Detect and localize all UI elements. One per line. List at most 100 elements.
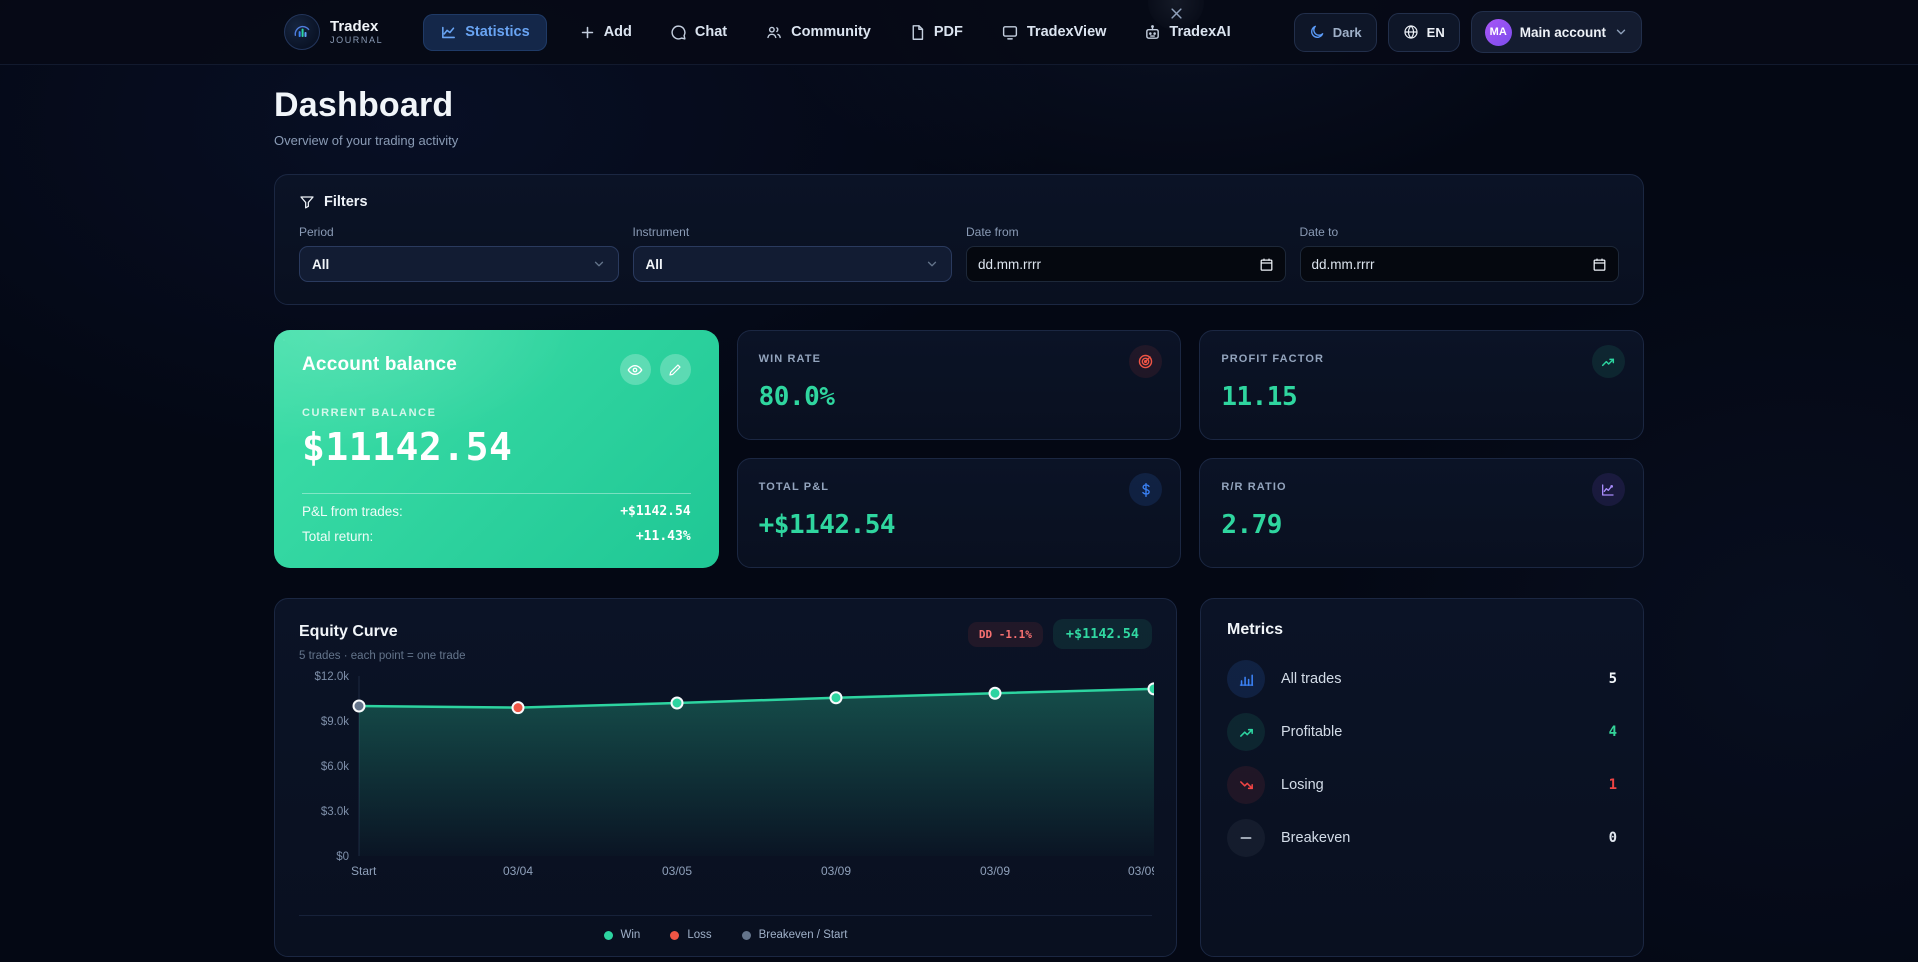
toggle-balance-visibility-button[interactable] <box>620 354 651 385</box>
svg-text:Start: Start <box>351 864 377 878</box>
chevron-down-icon <box>592 257 606 271</box>
pdf-file-icon <box>909 24 926 41</box>
trend-up-icon <box>1592 345 1625 378</box>
metric-row-all-trades: All trades 5 <box>1227 660 1617 698</box>
instrument-select[interactable]: All <box>633 246 953 282</box>
brand-logo[interactable]: Tradex JOURNAL <box>284 14 383 50</box>
instrument-label: Instrument <box>633 225 953 239</box>
theme-toggle-button[interactable]: Dark <box>1294 13 1377 52</box>
minus-icon <box>1227 819 1265 857</box>
language-label: EN <box>1427 25 1445 40</box>
nav-item-community[interactable]: Community <box>759 14 877 51</box>
brand-name: Tradex <box>330 19 383 36</box>
account-name: Main account <box>1520 25 1606 40</box>
profit-factor-label: PROFIT FACTOR <box>1221 353 1622 365</box>
svg-text:$9.0k: $9.0k <box>321 716 349 728</box>
nav-item-tradexview[interactable]: TradexView <box>995 14 1113 51</box>
bottom-section: Equity Curve 5 trades · each point = one… <box>274 598 1644 957</box>
balance-card-title: Account balance <box>302 354 457 376</box>
metric-row-profitable: Profitable 4 <box>1227 713 1617 751</box>
date-to-input[interactable]: dd.mm.rrrr <box>1300 246 1620 282</box>
robot-ai-icon <box>1144 24 1161 41</box>
metrics-panel: Metrics All trades 5 Profitable 4 L <box>1200 598 1644 957</box>
rr-ratio-card: R/R RATIO 2.79 <box>1199 458 1644 568</box>
trend-down-icon <box>1227 766 1265 804</box>
profit-factor-card: PROFIT FACTOR 11.15 <box>1199 330 1644 440</box>
win-rate-label: WIN RATE <box>759 353 1160 365</box>
date-from-input[interactable]: dd.mm.rrrr <box>966 246 1286 282</box>
metrics-title: Metrics <box>1227 621 1617 639</box>
equity-curve-subtitle: 5 trades · each point = one trade <box>299 650 466 662</box>
svg-text:03/09: 03/09 <box>821 864 851 878</box>
legend-item-breakeven: Breakeven / Start <box>742 929 848 941</box>
svg-text:$0: $0 <box>336 851 349 863</box>
metric-row-breakeven: Breakeven 0 <box>1227 819 1617 857</box>
balance-divider <box>302 493 691 494</box>
monitor-icon <box>1001 24 1019 41</box>
svg-text:03/09: 03/09 <box>1128 864 1154 878</box>
total-return-label: Total return: <box>302 529 373 544</box>
account-avatar: MA <box>1485 19 1512 46</box>
win-dot-icon <box>604 931 613 940</box>
page-title: Dashboard <box>274 86 1644 125</box>
nav-item-chat[interactable]: Chat <box>664 14 733 51</box>
drawdown-badge: DD -1.1% <box>968 622 1043 647</box>
language-selector[interactable]: EN <box>1388 13 1460 52</box>
nav-item-add[interactable]: Add <box>573 14 638 51</box>
theme-label: Dark <box>1333 25 1362 40</box>
total-return-value: +11.43% <box>636 529 691 544</box>
rr-ratio-label: R/R RATIO <box>1221 481 1622 493</box>
chat-bubble-icon <box>670 24 687 41</box>
legend-item-loss: Loss <box>670 929 711 941</box>
statistics-chart-icon <box>440 24 457 41</box>
svg-text:03/09: 03/09 <box>980 864 1010 878</box>
current-balance-label: CURRENT BALANCE <box>302 407 691 419</box>
account-menu-button[interactable]: MA Main account <box>1471 11 1642 53</box>
pnl-badge: +$1142.54 <box>1053 619 1152 649</box>
calendar-icon <box>1592 257 1607 272</box>
line-chart-icon <box>1592 473 1625 506</box>
equity-curve-title: Equity Curve <box>299 623 466 641</box>
community-people-icon <box>765 24 783 41</box>
dollar-icon <box>1129 473 1162 506</box>
win-rate-value: 80.0% <box>759 382 1160 412</box>
nav-item-statistics[interactable]: Statistics <box>423 14 546 51</box>
period-label: Period <box>299 225 619 239</box>
period-select[interactable]: All <box>299 246 619 282</box>
total-pnl-card: TOTAL P&L +$1142.54 <box>737 458 1182 568</box>
chart-legend: Win Loss Breakeven / Start <box>299 915 1152 956</box>
svg-text:$3.0k: $3.0k <box>321 806 349 818</box>
plus-icon <box>579 24 596 41</box>
nav-item-pdf[interactable]: PDF <box>903 14 969 51</box>
brand-subtitle: JOURNAL <box>330 35 383 45</box>
pnl-from-trades-value: +$1142.54 <box>620 504 690 519</box>
trend-up-icon <box>1227 713 1265 751</box>
pnl-from-trades-label: P&L from trades: <box>302 504 403 519</box>
breakeven-dot-icon <box>742 931 751 940</box>
total-pnl-value: +$1142.54 <box>759 510 1160 540</box>
current-balance-value: $11142.54 <box>302 425 691 469</box>
page-subtitle: Overview of your trading activity <box>274 133 1644 148</box>
equity-curve-chart: $12.0k$9.0k$6.0k$3.0k$0Start03/0403/0503… <box>299 670 1154 882</box>
metric-row-losing: Losing 1 <box>1227 766 1617 804</box>
top-navbar: Tradex JOURNAL Statistics Add Chat <box>0 0 1918 65</box>
equity-curve-card: Equity Curve 5 trades · each point = one… <box>274 598 1177 957</box>
edit-balance-button[interactable] <box>660 354 691 385</box>
stats-section: Account balance CURRENT BALANCE $11142.5… <box>274 330 1644 568</box>
calendar-icon <box>1259 257 1274 272</box>
svg-text:$6.0k: $6.0k <box>321 761 349 773</box>
account-balance-card: Account balance CURRENT BALANCE $11142.5… <box>274 330 719 568</box>
moon-icon <box>1309 24 1325 40</box>
dashboard-main: Dashboard Overview of your trading activ… <box>274 86 1644 957</box>
rr-ratio-value: 2.79 <box>1221 510 1622 540</box>
close-icon <box>1169 6 1184 21</box>
total-pnl-label: TOTAL P&L <box>759 481 1160 493</box>
filters-title: Filters <box>324 194 368 210</box>
globe-icon <box>1403 24 1419 40</box>
loss-dot-icon <box>670 931 679 940</box>
filters-panel: Filters Period All Instrument All Date f… <box>274 174 1644 305</box>
legend-item-win: Win <box>604 929 641 941</box>
eye-icon <box>627 362 643 378</box>
target-icon <box>1129 345 1162 378</box>
filter-funnel-icon <box>299 194 315 210</box>
